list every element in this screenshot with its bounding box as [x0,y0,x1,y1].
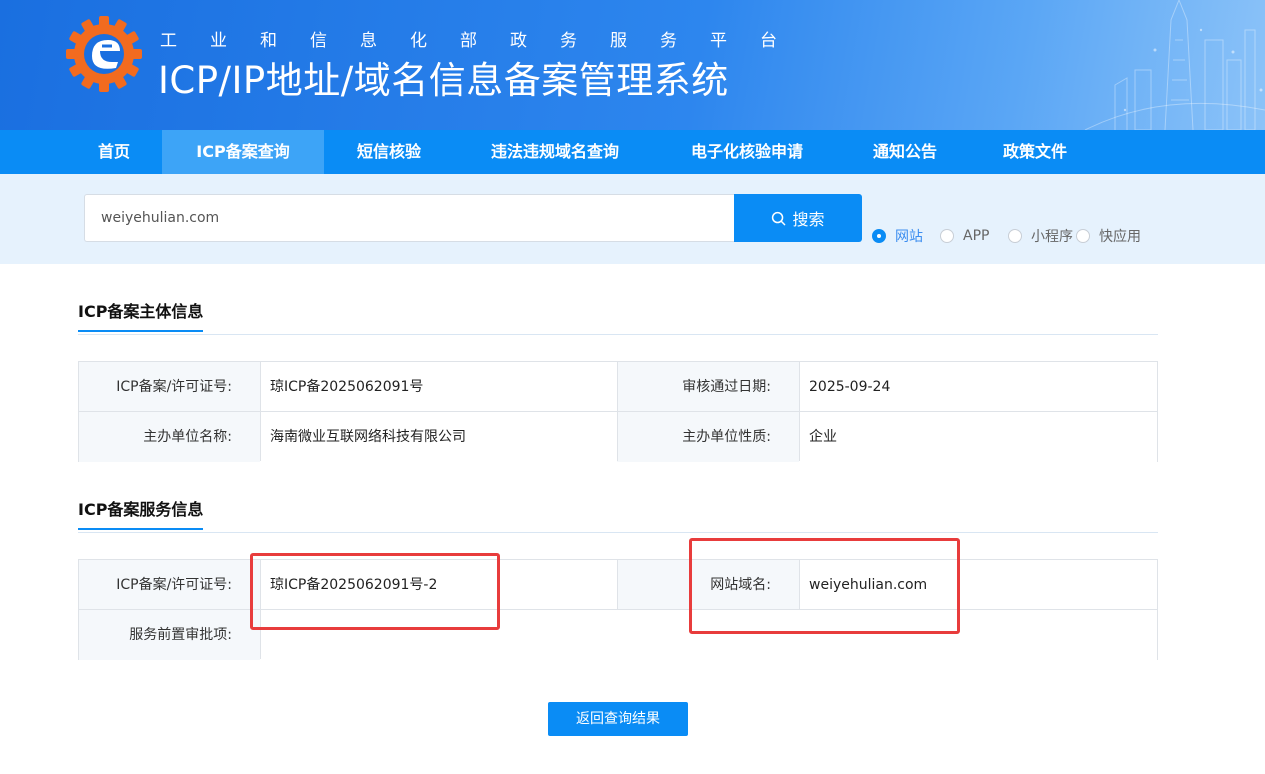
city-skyline-decoration [1084,0,1265,130]
radio-quick-app-dot [1076,229,1090,243]
nav-policy-docs[interactable]: 政策文件 [990,130,1080,174]
license-label: ICP备案/许可证号: [79,362,260,412]
radio-website[interactable]: 网站 [872,226,923,246]
radio-app[interactable]: APP [940,226,989,246]
search-band: 搜索 网站 APP 小程序 快应用 [0,174,1265,264]
service-info-divider [78,532,1158,533]
radio-mini-program-dot [1008,229,1022,243]
column-divider [799,362,800,461]
nav-icp-query[interactable]: ICP备案查询 [162,130,324,174]
pre-approval-label: 服务前置审批项: [79,610,260,660]
org-name-value: 海南微业互联网络科技有限公司 [260,412,617,462]
service-info-title: ICP备案服务信息 [78,496,204,530]
radio-website-dot [872,229,886,243]
radio-mini-program-label: 小程序 [1031,229,1073,245]
table-row: ICP备案/许可证号: 琼ICP备2025062091号-2 网站域名: wei… [79,560,1157,610]
table-row: 主办单位名称: 海南微业互联网络科技有限公司 主办单位性质: 企业 [79,412,1157,462]
table-row: ICP备案/许可证号: 琼ICP备2025062091号 审核通过日期: 202… [79,362,1157,412]
approve-date-label: 审核通过日期: [617,362,799,412]
search-icon [772,211,786,225]
search-button-label: 搜索 [792,210,825,229]
approve-date-value: 2025-09-24 [799,362,1157,412]
org-name-label: 主办单位名称: [79,412,260,462]
subject-info-divider [78,334,1158,335]
domain-highlight-box [689,538,960,634]
search-type-group: 网站 APP 小程序 快应用 [872,226,1152,246]
radio-quick-app[interactable]: 快应用 [1076,226,1141,246]
license-highlight-box [250,553,500,630]
search-input[interactable] [84,194,736,242]
miit-logo [66,16,142,92]
column-divider [617,362,618,461]
radio-app-label: APP [963,228,990,244]
subject-info-table: ICP备案/许可证号: 琼ICP备2025062091号 审核通过日期: 202… [78,361,1158,462]
system-title: ICP/IP地址/域名信息备案管理系统 [158,59,729,102]
nav-notices[interactable]: 通知公告 [858,130,952,174]
nav-home[interactable]: 首页 [78,130,150,174]
nav-sms-verify[interactable]: 短信核验 [344,130,434,174]
site-header: 工业和信息化部政务服务平台 ICP/IP地址/域名信息备案管理系统 [0,0,1265,130]
search-button[interactable]: 搜索 [734,194,862,242]
main-nav: 首页 ICP备案查询 短信核验 违法违规域名查询 电子化核验申请 通知公告 政策… [0,130,1265,174]
license-value: 琼ICP备2025062091号 [260,362,617,412]
service-license-label: ICP备案/许可证号: [79,560,260,610]
radio-app-dot [940,229,954,243]
radio-website-label: 网站 [895,229,923,245]
radio-quick-app-label: 快应用 [1099,229,1141,245]
subject-info-title: ICP备案主体信息 [78,298,204,332]
nav-electronic-verify[interactable]: 电子化核验申请 [676,130,818,174]
column-divider [260,362,261,461]
service-info-table: ICP备案/许可证号: 琼ICP备2025062091号-2 网站域名: wei… [78,559,1158,660]
back-to-results-button[interactable]: 返回查询结果 [548,702,688,736]
column-divider [617,560,618,610]
table-row: 服务前置审批项: [79,610,1157,660]
radio-mini-program[interactable]: 小程序 [1008,226,1073,246]
nav-illegal-domain-query[interactable]: 违法违规域名查询 [474,130,636,174]
org-type-value: 企业 [799,412,1157,462]
platform-subtitle: 工业和信息化部政务服务平台 [160,31,810,51]
org-type-label: 主办单位性质: [617,412,799,462]
